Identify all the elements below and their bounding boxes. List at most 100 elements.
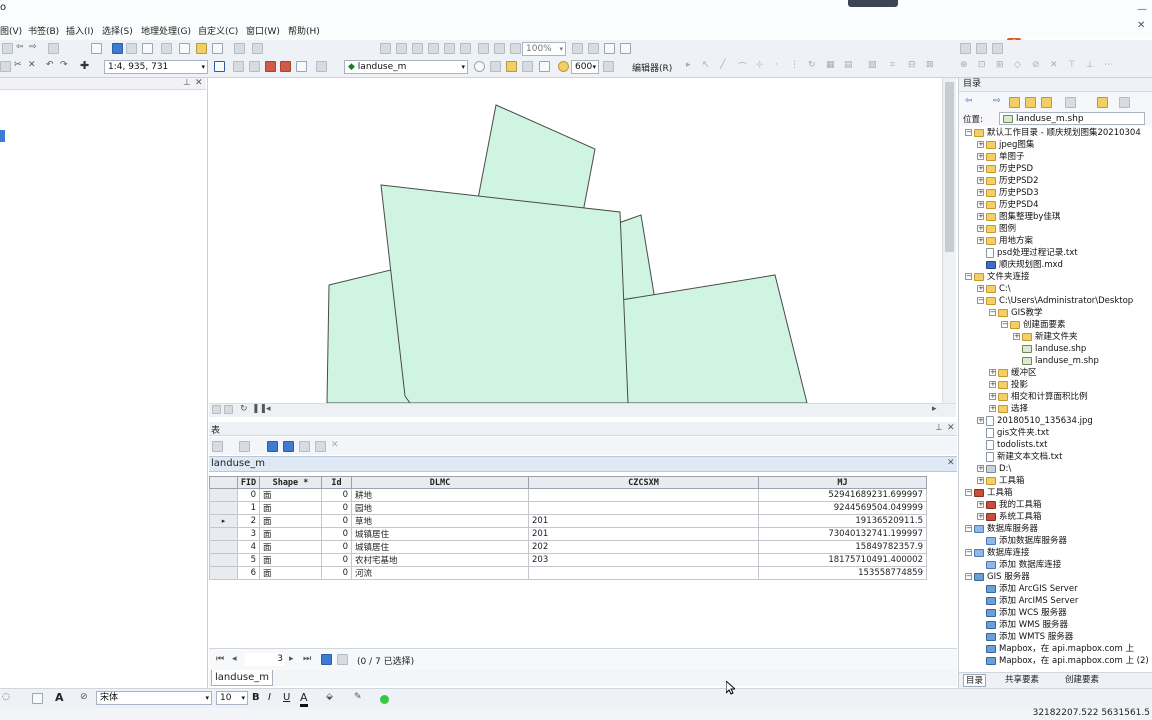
snap-options-icon[interactable]: ⋯: [1104, 60, 1113, 70]
edit-vertices-icon[interactable]: [960, 43, 971, 54]
table-row-current[interactable]: ▸ 2 面 0 草地 201 19136520911.5: [209, 514, 927, 528]
layer-combo[interactable]: ◆ landuse_m ▾: [344, 60, 468, 74]
italic-icon[interactable]: I: [268, 692, 271, 703]
catalog-tree-node[interactable]: + 历史PSD2: [977, 175, 1038, 187]
catalog-tree-node[interactable]: + 投影: [989, 379, 1028, 391]
expand-icon[interactable]: +: [989, 405, 996, 412]
refresh-icon[interactable]: ↻: [240, 404, 248, 414]
layout-fixed-in-icon[interactable]: [444, 43, 455, 54]
font-color-icon[interactable]: A: [300, 691, 308, 707]
toggle-draft-icon[interactable]: [572, 43, 583, 54]
expand-icon[interactable]: +: [977, 213, 984, 220]
catalog-tree-node[interactable]: landuse.shp: [1013, 343, 1086, 355]
cell-fid[interactable]: 2: [237, 514, 260, 528]
edit-annotation-icon[interactable]: ↖: [702, 60, 710, 70]
current-row-marker-icon[interactable]: ▸: [209, 514, 238, 528]
catalog-tree-node[interactable]: + 历史PSD4: [977, 199, 1038, 211]
show-all-records-icon[interactable]: [321, 654, 332, 665]
row-selector[interactable]: [209, 566, 238, 580]
cell-mj[interactable]: 18175710491.400002: [758, 553, 927, 567]
cell-mj[interactable]: 15849782357.9: [758, 540, 927, 554]
straight-segment-icon[interactable]: ╱: [720, 60, 725, 70]
table-pin-icon[interactable]: ⊥: [935, 423, 943, 433]
expand-icon[interactable]: +: [989, 381, 996, 388]
catalog-tree-node[interactable]: + 历史PSD: [977, 163, 1033, 175]
find-icon[interactable]: [161, 43, 172, 54]
html-popup-icon[interactable]: [142, 43, 153, 54]
edit-tool-icon[interactable]: ▸: [686, 60, 691, 70]
model-builder-icon[interactable]: [296, 61, 307, 72]
cell-shape[interactable]: 面: [259, 501, 322, 515]
catalog-tree-node[interactable]: 添加 ArcGIS Server: [977, 583, 1078, 595]
catalog-tree-node[interactable]: + C:\: [977, 283, 1011, 295]
toc-pin-icon[interactable]: ⊥: [183, 78, 191, 88]
catalog-tree-node[interactable]: +20180510_135634.jpg: [977, 415, 1093, 427]
cell-shape[interactable]: 面: [259, 553, 322, 567]
collapse-icon[interactable]: −: [965, 129, 972, 136]
table-row[interactable]: 1 面 0 园地 9244569504.049999: [209, 501, 927, 515]
route-icon[interactable]: [196, 43, 207, 54]
binoculars-icon[interactable]: [179, 43, 190, 54]
collapse-icon[interactable]: −: [965, 549, 972, 556]
reshape-icon[interactable]: [976, 43, 987, 54]
catalog-tree-node[interactable]: 添加 ArcIMS Server: [977, 595, 1078, 607]
menu-insert[interactable]: 插入(I): [66, 24, 94, 37]
table-close-icon[interactable]: ✕: [947, 423, 955, 433]
collapse-icon[interactable]: −: [977, 297, 984, 304]
layout-next-icon[interactable]: [494, 43, 505, 54]
edit-text-icon[interactable]: ⊘: [80, 692, 88, 702]
catalog-tree-node[interactable]: + 我的工具箱: [977, 499, 1042, 511]
expand-icon[interactable]: +: [977, 225, 984, 232]
redo-arrow-icon[interactable]: ↷: [60, 60, 68, 70]
catalog-tree-node[interactable]: − C:\Users\Administrator\Desktop: [977, 295, 1133, 307]
catalog-tree-node[interactable]: + 相交和计算面积比例: [989, 391, 1088, 403]
menu-select[interactable]: 选择(S): [102, 24, 133, 37]
expand-icon[interactable]: +: [1013, 333, 1020, 340]
line-color-icon[interactable]: ✎: [354, 692, 362, 702]
cell-shape[interactable]: 面: [259, 488, 322, 502]
catalog-options-icon[interactable]: [1119, 97, 1130, 108]
toc-close-icon[interactable]: ✕: [195, 78, 203, 88]
arctoolbox-icon[interactable]: [265, 61, 276, 72]
cut-icon[interactable]: ✂: [14, 60, 22, 70]
catalog-tree-node[interactable]: + 系统工具箱: [977, 511, 1042, 523]
catalog-tree-node[interactable]: − 数据库服务器: [965, 523, 1038, 535]
snap-point-icon[interactable]: ⊡: [978, 60, 986, 70]
row-selector[interactable]: [209, 527, 238, 541]
select-pointer-icon[interactable]: [91, 43, 102, 54]
last-record-icon[interactable]: ⏭: [303, 654, 311, 664]
opacity-combo[interactable]: 600 ▾: [571, 60, 599, 74]
catalog-window-icon[interactable]: [249, 61, 260, 72]
first-record-icon[interactable]: ⏮: [216, 654, 224, 664]
layout-zoom-combo[interactable]: 100% ▾: [522, 42, 566, 56]
cut-polygon-icon[interactable]: [992, 43, 1003, 54]
close-doc-icon[interactable]: ✕: [1137, 20, 1145, 31]
nav-icon[interactable]: [2, 43, 13, 54]
expand-icon[interactable]: +: [977, 153, 984, 160]
select-by-attributes-icon[interactable]: [267, 441, 278, 452]
create-features-icon[interactable]: ▧: [868, 60, 877, 70]
sketch-properties-icon[interactable]: ▤: [844, 60, 853, 70]
prev-record-icon[interactable]: ◂: [232, 654, 237, 664]
table-tab-label[interactable]: landuse_m: [211, 458, 265, 469]
cell-id[interactable]: 0: [321, 501, 352, 515]
measure-icon[interactable]: [126, 43, 137, 54]
expand-icon[interactable]: +: [977, 177, 984, 184]
cell-czcsxm[interactable]: 201: [528, 527, 759, 541]
snap-edge-icon[interactable]: ⊘: [1032, 60, 1040, 70]
scroll-left-icon[interactable]: ◂: [266, 404, 271, 414]
fill-color-icon[interactable]: ⬙: [326, 692, 333, 702]
bold-icon[interactable]: B: [252, 692, 260, 703]
toc-selected-layer[interactable]: [0, 130, 5, 142]
cell-mj[interactable]: 52941689231.699997: [758, 488, 927, 502]
table-row[interactable]: 0 面 0 耕地 52941689231.699997: [209, 488, 927, 502]
contrast-icon[interactable]: [522, 61, 533, 72]
create-viewer-icon[interactable]: [252, 43, 263, 54]
snap-intersect-icon[interactable]: ✕: [1050, 60, 1058, 70]
rectangle-icon[interactable]: [32, 693, 43, 704]
catalog-tree-node[interactable]: Mapbox，在 api.mapbox.com 上 (2): [977, 655, 1149, 667]
cell-mj[interactable]: 73040132741.199997: [758, 527, 927, 541]
cell-id[interactable]: 0: [321, 553, 352, 567]
catalog-new-folder-icon[interactable]: [1097, 97, 1108, 108]
split-tool-icon[interactable]: ⋮: [790, 60, 799, 70]
